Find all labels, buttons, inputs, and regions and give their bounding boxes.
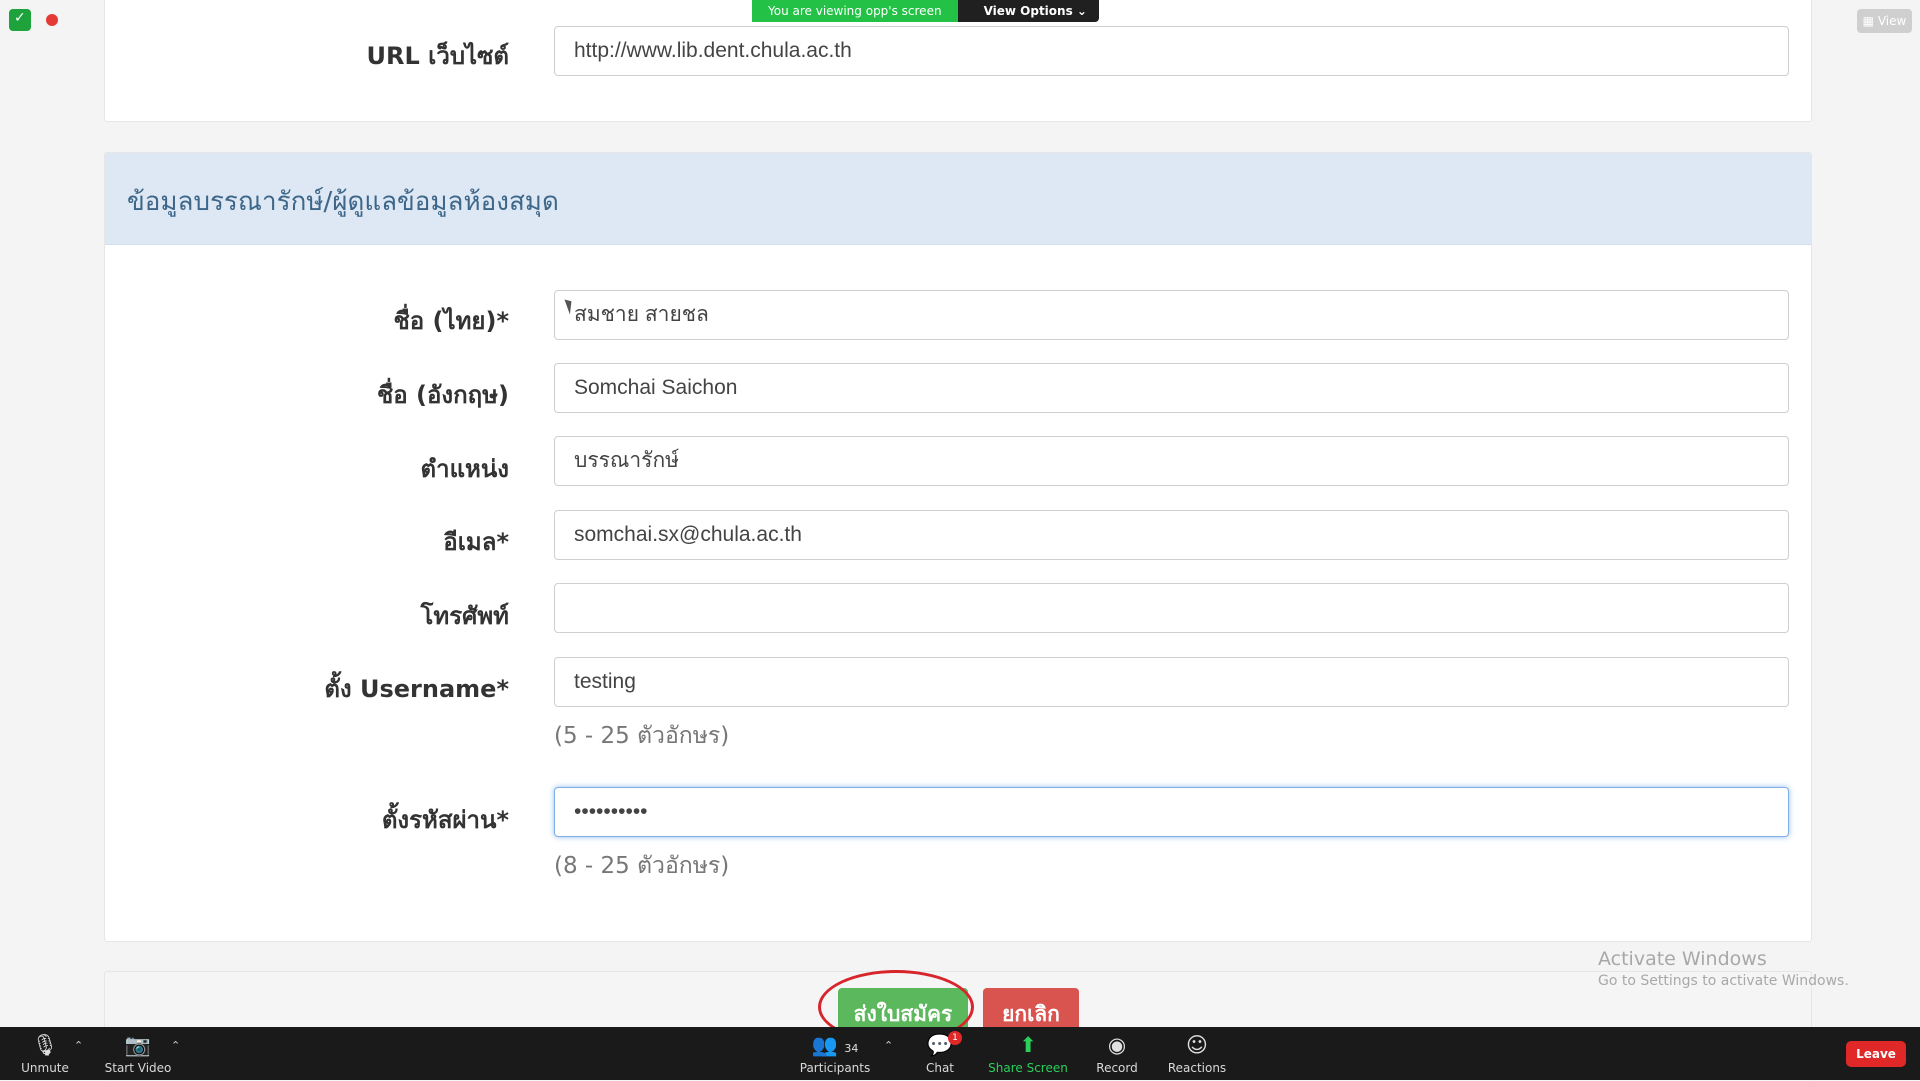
password-hint: (8 - 25 ตัวอักษร) — [554, 853, 730, 879]
viewing-screen-text: You are viewing opp's screen — [752, 0, 958, 22]
phone-input[interactable] — [554, 583, 1789, 633]
phone-label: โทรศัพท์ — [420, 602, 509, 630]
name-english-label: ชื่อ (อังกฤษ) — [376, 381, 509, 409]
reactions-icon: ☺ — [1186, 1033, 1208, 1057]
share-screen-label: Share Screen — [988, 1061, 1068, 1075]
website-url-label: URL เว็บไซต์ — [366, 42, 509, 70]
share-screen-icon: ⬆ — [1019, 1033, 1037, 1057]
unmute-button[interactable]: 🎙 Unmute — [0, 1027, 90, 1080]
username-hint: (5 - 25 ตัวอักษร) — [554, 723, 730, 749]
participants-label: Participants — [799, 1061, 871, 1075]
video-options-chevron-icon[interactable]: ⌃ — [171, 1039, 180, 1052]
username-label: ตั้ง Username* — [324, 675, 509, 703]
view-button[interactable]: ▦ View — [1857, 9, 1912, 33]
audio-options-chevron-icon[interactable]: ⌃ — [74, 1039, 83, 1052]
chat-label: Chat — [925, 1061, 955, 1075]
record-label: Record — [1096, 1061, 1138, 1075]
website-url-input[interactable]: http://www.lib.dent.chula.ac.th — [554, 26, 1789, 76]
activate-windows-subtitle: Go to Settings to activate Windows. — [1598, 973, 1849, 989]
position-label: ตำแหน่ง — [420, 455, 509, 483]
librarian-panel-heading: ข้อมูลบรรณารักษ์/ผู้ดูแลข้อมูลห้องสมุด — [105, 153, 1811, 245]
camera-off-icon: 📷 — [124, 1033, 152, 1057]
name-thai-input[interactable]: สมชาย สายชล — [554, 290, 1789, 340]
start-video-button[interactable]: 📷 Start Video — [93, 1027, 183, 1080]
email-label: อีเมล* — [443, 528, 509, 556]
view-options-button[interactable]: View Options ⌄ — [957, 0, 1099, 22]
screen-share-banner: You are viewing opp's screen View Option… — [752, 0, 1099, 22]
chat-button[interactable]: 💬 1 Chat — [895, 1027, 985, 1080]
participants-button[interactable]: 👥 34 Participants — [790, 1027, 880, 1080]
share-screen-button[interactable]: ⬆ Share Screen — [983, 1027, 1073, 1080]
participants-options-chevron-icon[interactable]: ⌃ — [884, 1039, 893, 1052]
participants-icon: 👥 34 — [811, 1033, 859, 1057]
name-thai-label: ชื่อ (ไทย)* — [393, 307, 510, 335]
name-english-input[interactable]: Somchai Saichon — [554, 363, 1789, 413]
password-input[interactable]: •••••••••• — [554, 787, 1789, 837]
reactions-label: Reactions — [1167, 1061, 1227, 1075]
recording-indicator-icon — [46, 14, 58, 26]
activate-windows-title: Activate Windows — [1598, 948, 1767, 970]
record-button[interactable]: ◉ Record — [1072, 1027, 1162, 1080]
password-label: ตั้งรหัสผ่าน* — [381, 806, 509, 834]
unmute-label: Unmute — [21, 1061, 69, 1075]
leave-button[interactable]: Leave — [1846, 1041, 1906, 1067]
librarian-section-title: ข้อมูลบรรณารักษ์/ผู้ดูแลข้อมูลห้องสมุด — [127, 187, 559, 217]
participants-count: 34 — [844, 1042, 859, 1055]
shield-icon[interactable] — [9, 9, 31, 31]
chat-badge: 1 — [948, 1031, 962, 1045]
record-icon: ◉ — [1107, 1033, 1127, 1057]
start-video-label: Start Video — [104, 1061, 172, 1075]
chat-icon: 💬 — [926, 1033, 954, 1057]
username-input[interactable]: testing — [554, 657, 1789, 707]
meeting-toolbar: 🎙 Unmute ⌃ 📷 Start Video ⌃ 👥 34 Particip… — [0, 1027, 1920, 1080]
reactions-button[interactable]: ☺ Reactions — [1152, 1027, 1242, 1080]
position-input[interactable]: บรรณารักษ์ — [554, 436, 1789, 486]
email-input[interactable]: somchai.sx@chula.ac.th — [554, 510, 1789, 560]
